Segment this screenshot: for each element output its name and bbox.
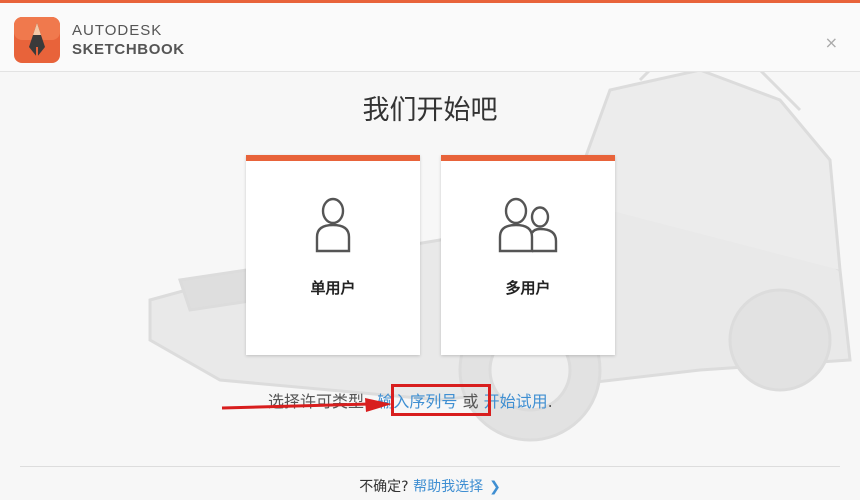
brand-product: SKETCHBOOK — [72, 41, 185, 58]
footer-divider — [20, 466, 840, 467]
header-bar: AUTODESK SKETCHBOOK × — [0, 3, 860, 72]
single-user-card[interactable]: 单用户 — [246, 155, 420, 355]
close-icon[interactable]: × — [825, 33, 838, 52]
license-suffix: . — [547, 392, 553, 411]
brand-wordmark: AUTODESK SKETCHBOOK — [72, 23, 185, 57]
sketchbook-logo-icon — [14, 17, 60, 63]
chevron-right-icon[interactable]: ❯ — [489, 479, 501, 495]
unsure-text: 不确定? — [359, 479, 409, 495]
multi-user-label: 多用户 — [505, 279, 551, 297]
single-user-label: 单用户 — [310, 279, 356, 297]
start-trial-link[interactable]: 开始试用 — [484, 392, 548, 411]
multi-user-card[interactable]: 多用户 — [441, 155, 615, 355]
brand-company: AUTODESK — [72, 22, 163, 39]
footer-help-row: 不确定? 帮助我选择 ❯ — [0, 476, 860, 496]
help-me-choose-link[interactable]: 帮助我选择 — [413, 479, 483, 495]
serial-highlight-box — [391, 384, 491, 416]
red-arrow-annotation — [221, 398, 392, 412]
page-title: 我们开始吧 — [362, 95, 498, 126]
multi-user-icon — [441, 197, 615, 257]
single-user-icon — [246, 197, 420, 257]
